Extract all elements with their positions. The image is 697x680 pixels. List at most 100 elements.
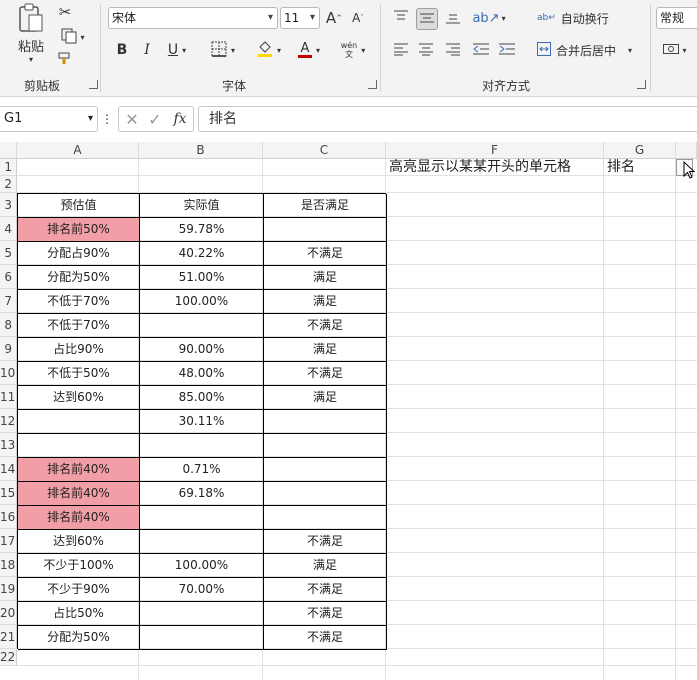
decrease-indent-button[interactable] <box>471 40 491 60</box>
row-header[interactable]: 14 <box>0 457 17 481</box>
table-cell-actual[interactable] <box>140 530 264 554</box>
table-cell-estimated[interactable]: 不少于100% <box>18 554 140 578</box>
row-header[interactable]: 18 <box>0 553 17 577</box>
table-cell-estimated[interactable]: 达到60% <box>18 386 140 410</box>
table-cell-actual[interactable]: 90.00% <box>140 338 264 362</box>
name-box[interactable]: G1 ▾ <box>0 106 98 132</box>
row-header[interactable]: 20 <box>0 601 17 625</box>
font-color-button[interactable]: A ▾ <box>292 40 326 60</box>
row-header[interactable]: 15 <box>0 481 17 505</box>
row-header[interactable]: 11 <box>0 385 17 409</box>
cell-g1[interactable]: 排名 <box>607 159 635 176</box>
row-header[interactable]: 4 <box>0 217 17 241</box>
align-right-button[interactable] <box>443 40 463 60</box>
table-cell-actual[interactable]: 59.78% <box>140 218 264 242</box>
italic-button[interactable]: I <box>138 40 156 60</box>
table-cell-actual[interactable]: 30.11% <box>140 410 264 434</box>
row-header[interactable]: 1 <box>0 159 17 176</box>
cut-button[interactable]: ✂ <box>56 2 74 22</box>
currency-format-button[interactable]: ▾ <box>658 40 692 60</box>
table-cell-actual[interactable]: 69.18% <box>140 482 264 506</box>
table-cell-satisfied[interactable]: 满足 <box>264 338 387 362</box>
table-cell-satisfied[interactable] <box>264 506 387 530</box>
table-cell-satisfied[interactable]: 不满足 <box>264 242 387 266</box>
table-cell-satisfied[interactable]: 不满足 <box>264 362 387 386</box>
column-header-c[interactable]: C <box>263 142 386 159</box>
table-cell-satisfied[interactable]: 满足 <box>264 554 387 578</box>
number-format-combo[interactable]: 常规 <box>656 7 697 29</box>
table-cell-satisfied[interactable] <box>264 482 387 506</box>
table-cell-estimated[interactable]: 分配占90% <box>18 242 140 266</box>
row-header[interactable]: 22 <box>0 649 17 666</box>
formula-input[interactable]: 排名 <box>198 106 697 132</box>
table-cell-actual[interactable] <box>140 602 264 626</box>
row-header[interactable]: 17 <box>0 529 17 553</box>
table-cell-actual[interactable] <box>140 626 264 650</box>
row-header[interactable]: 2 <box>0 176 17 193</box>
font-name-combo[interactable]: 宋体 ▾ <box>108 7 278 29</box>
increase-font-size-button[interactable]: A ^ <box>325 8 343 28</box>
align-top-button[interactable] <box>391 8 411 28</box>
cell-f1[interactable]: 高亮显示以某某开头的单元格 <box>389 159 571 176</box>
align-left-button[interactable] <box>391 40 411 60</box>
merge-center-button[interactable]: 合并后居中 ▾ <box>537 40 641 60</box>
table-cell-actual[interactable]: 100.00% <box>140 554 264 578</box>
font-launcher-icon[interactable] <box>368 80 377 89</box>
row-header[interactable]: 19 <box>0 577 17 601</box>
table-cell-satisfied[interactable]: 满足 <box>264 386 387 410</box>
confirm-icon[interactable]: ✓ <box>146 109 164 129</box>
table-cell-estimated[interactable]: 排名前40% <box>18 506 140 530</box>
table-cell-actual[interactable]: 51.00% <box>140 266 264 290</box>
align-bottom-button[interactable] <box>443 8 463 28</box>
table-cell-satisfied[interactable] <box>264 458 387 482</box>
table-cell-estimated[interactable]: 占比90% <box>18 338 140 362</box>
orientation-button[interactable]: ab↗ ▾ <box>472 8 505 28</box>
table-cell-actual[interactable]: 70.00% <box>140 578 264 602</box>
table-cell-estimated[interactable] <box>18 434 140 458</box>
table-cell-estimated[interactable]: 不低于70% <box>18 314 140 338</box>
table-cell-satisfied[interactable]: 不满足 <box>264 626 387 650</box>
table-cell-estimated[interactable]: 不少于90% <box>18 578 140 602</box>
table-cell-satisfied[interactable]: 不满足 <box>264 530 387 554</box>
table-cell-estimated[interactable]: 分配为50% <box>18 626 140 650</box>
table-cell-satisfied[interactable] <box>264 434 387 458</box>
table-cell-actual[interactable]: 48.00% <box>140 362 264 386</box>
borders-button[interactable]: ▾ <box>206 40 240 60</box>
table-cell-satisfied[interactable]: 不满足 <box>264 602 387 626</box>
header-estimated[interactable]: 预估值 <box>18 194 140 218</box>
table-cell-estimated[interactable]: 不低于70% <box>18 290 140 314</box>
table-cell-estimated[interactable]: 分配为50% <box>18 266 140 290</box>
select-all-corner[interactable] <box>0 142 17 159</box>
row-header[interactable]: 16 <box>0 505 17 529</box>
increase-indent-button[interactable] <box>497 40 517 60</box>
table-cell-satisfied[interactable]: 满足 <box>264 290 387 314</box>
column-header-a[interactable]: A <box>17 142 139 159</box>
row-header[interactable]: 8 <box>0 313 17 337</box>
underline-button[interactable]: U ▾ <box>163 40 191 60</box>
table-cell-actual[interactable] <box>140 506 264 530</box>
row-header[interactable]: 21 <box>0 625 17 649</box>
header-satisfied[interactable]: 是否满足 <box>264 194 387 218</box>
wrap-text-button[interactable]: ab↵ 自动换行 <box>537 8 617 28</box>
fill-color-button[interactable]: ▾ <box>252 40 286 60</box>
table-cell-estimated[interactable]: 不低于50% <box>18 362 140 386</box>
column-header-f[interactable]: F <box>386 142 604 159</box>
table-cell-actual[interactable] <box>140 434 264 458</box>
align-center-button[interactable] <box>416 40 436 60</box>
table-cell-satisfied[interactable] <box>264 410 387 434</box>
insert-function-icon[interactable]: fx <box>169 109 191 129</box>
row-header[interactable]: 7 <box>0 289 17 313</box>
table-cell-actual[interactable] <box>140 314 264 338</box>
format-painter-button[interactable] <box>56 50 74 70</box>
table-cell-actual[interactable]: 100.00% <box>140 290 264 314</box>
table-cell-actual[interactable]: 85.00% <box>140 386 264 410</box>
table-cell-estimated[interactable]: 排名前50% <box>18 218 140 242</box>
row-header[interactable]: 12 <box>0 409 17 433</box>
cancel-icon[interactable]: ✕ <box>123 109 141 129</box>
table-cell-satisfied[interactable]: 满足 <box>264 266 387 290</box>
column-header-b[interactable]: B <box>139 142 263 159</box>
table-cell-estimated[interactable]: 达到60% <box>18 530 140 554</box>
phonetic-button[interactable]: wén 文 ▾ <box>336 40 370 60</box>
decrease-font-size-button[interactable]: Aˇ <box>349 8 367 28</box>
row-header[interactable]: 6 <box>0 265 17 289</box>
